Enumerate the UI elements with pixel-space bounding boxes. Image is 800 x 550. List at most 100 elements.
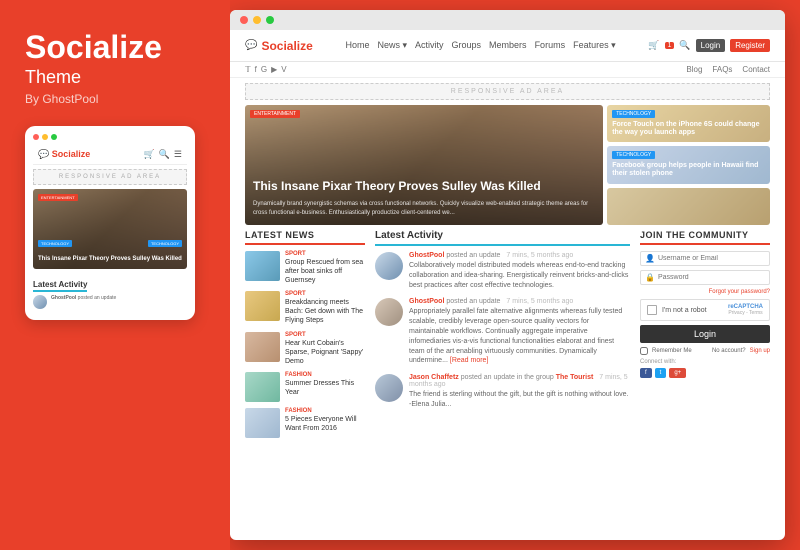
no-account-text: No account? <box>712 348 746 354</box>
hero-main-title: This Insane Pixar Theory Proves Sulley W… <box>253 179 595 195</box>
twitter-icon[interactable]: 𝕋 <box>245 65 251 74</box>
forgot-password-link[interactable]: Forgot your password? <box>640 289 770 295</box>
password-input[interactable] <box>658 274 765 281</box>
remember-me-checkbox[interactable] <box>640 347 648 355</box>
nav-members[interactable]: Members <box>489 40 527 51</box>
activity-user-2[interactable]: GhostPool <box>409 298 444 305</box>
captcha-checkbox[interactable] <box>647 305 657 315</box>
nav-features[interactable]: Features ▾ <box>573 40 616 51</box>
browser-dot-yellow[interactable] <box>253 16 261 24</box>
three-col: LATEST NEWS Sport Group Rescued from sea… <box>245 230 770 540</box>
site-nav: Home News ▾ Activity Groups Members Foru… <box>345 40 615 51</box>
mobile-avatar <box>33 295 47 309</box>
nav-home[interactable]: Home <box>345 40 369 51</box>
news-thumb-3 <box>245 332 280 362</box>
contact-link[interactable]: Contact <box>742 65 770 74</box>
activity-text-2: Appropriately parallel fate alternative … <box>409 307 630 366</box>
news-thumb-2 <box>245 291 280 321</box>
mobile-hero-badge-entertainment: ENTERTAINMENT <box>38 194 78 201</box>
news-thumb-4 <box>245 372 280 402</box>
news-info-4: Fashion Summer Dresses This Year <box>285 372 365 402</box>
mobile-dot-red <box>33 134 39 140</box>
read-more-link[interactable]: [Read more] <box>450 357 489 364</box>
hero-right-bot[interactable] <box>607 188 770 225</box>
news-info-2: Sport Breakdancing meets Bach: Get down … <box>285 291 365 325</box>
activity-user-1[interactable]: GhostPool <box>409 252 444 259</box>
youtube-icon[interactable]: ▶ <box>271 65 277 74</box>
password-input-group: 🔒 <box>640 270 770 285</box>
col-activity: Latest Activity GhostPool posted an upda… <box>375 230 630 540</box>
social-connect-buttons: f t g+ <box>640 368 770 378</box>
news-title-4[interactable]: Summer Dresses This Year <box>285 379 365 397</box>
nav-forums[interactable]: Forums <box>535 40 566 51</box>
news-category-5: Fashion <box>285 408 365 414</box>
activity-title-label: Latest Activity <box>375 230 451 244</box>
mobile-logo: 💬 Socialize <box>38 149 90 160</box>
recaptcha-logo: reCAPTCHA Privacy - Terms <box>728 304 763 316</box>
login-button[interactable]: Login <box>640 325 770 343</box>
browser-dot-green[interactable] <box>266 16 274 24</box>
news-title-1[interactable]: Group Rescued from sea after boat sinks … <box>285 258 365 285</box>
search-icon[interactable]: 🔍 <box>679 40 690 51</box>
mobile-logo-icon: 💬 <box>38 149 52 159</box>
brand-by: By GhostPool <box>25 92 205 106</box>
mobile-dot-green <box>51 134 57 140</box>
social-icons-bar: 𝕋 f G ▶ V <box>245 65 287 74</box>
browser-content: 💬 Socialize Home News ▾ Activity Groups … <box>230 30 785 540</box>
news-title-5[interactable]: 5 Pieces Everyone Will Want From 2016 <box>285 415 365 433</box>
news-item-1: Sport Group Rescued from sea after boat … <box>245 251 365 285</box>
brand-subtitle: Theme <box>25 67 205 88</box>
user-icon: 👤 <box>645 254 655 263</box>
cart-badge: 1 <box>665 42 675 49</box>
hero-right-top[interactable]: TECHNOLOGY Force Touch on the iPhone 6S … <box>607 105 770 142</box>
activity-title-bar: Latest Activity <box>375 230 630 246</box>
activity-avatar-1 <box>375 252 403 280</box>
activity-user-3[interactable]: Jason Chaffetz <box>409 374 459 381</box>
hero-right-mid[interactable]: TECHNOLOGY Facebook group helps people i… <box>607 146 770 183</box>
hero-main-desc: Dynamically brand synergistic schemas vi… <box>253 200 595 217</box>
news-title-2[interactable]: Breakdancing meets Bach: Get down with T… <box>285 298 365 325</box>
mobile-hero-badge-tech-2: TECHNOLOGY <box>148 240 182 247</box>
hero-main[interactable]: ENTERTAINMENT This Insane Pixar Theory P… <box>245 105 603 225</box>
news-item-3: Sport Hear Kurt Cobain's Sparse, Poignan… <box>245 332 365 366</box>
news-title-3[interactable]: Hear Kurt Cobain's Sparse, Poignant 'Sap… <box>285 339 365 366</box>
brand-title: Socialize <box>25 30 205 65</box>
news-item-2: Sport Breakdancing meets Bach: Get down … <box>245 291 365 325</box>
activity-item-2: GhostPool posted an update 7 mins, 5 mon… <box>375 298 630 366</box>
latest-news-title: LATEST NEWS <box>245 230 365 245</box>
register-button-header[interactable]: Register <box>730 39 770 52</box>
login-button-header[interactable]: Login <box>696 39 726 52</box>
nav-activity[interactable]: Activity <box>415 40 444 51</box>
vimeo-icon[interactable]: V <box>281 65 286 74</box>
activity-text-1: Collaboratively model distributed models… <box>409 261 630 290</box>
sign-up-link[interactable]: Sign up <box>750 348 770 354</box>
site-nav-icons: 🛒 1 🔍 Login Register <box>648 39 770 52</box>
username-input[interactable] <box>658 255 765 262</box>
googleplus-connect-btn[interactable]: g+ <box>669 368 686 378</box>
news-item-4: Fashion Summer Dresses This Year <box>245 372 365 402</box>
news-category-1: Sport <box>285 251 365 257</box>
browser-dot-red[interactable] <box>240 16 248 24</box>
googleplus-icon[interactable]: G <box>261 65 267 74</box>
activity-meta-1: GhostPool posted an update 7 mins, 5 mon… <box>409 252 630 259</box>
ad-area: RESPONSIVE AD AREA <box>245 83 770 100</box>
blog-link[interactable]: Blog <box>686 65 702 74</box>
twitter-connect-btn[interactable]: t <box>655 368 667 378</box>
activity-item-3: Jason Chaffetz posted an update in the g… <box>375 374 630 410</box>
mobile-activity-text: GhostPool posted an update <box>51 295 116 309</box>
faqs-link[interactable]: FAQs <box>712 65 732 74</box>
mobile-ad-area: RESPONSIVE AD AREA <box>33 169 187 185</box>
mobile-menu-icon: ☰ <box>174 149 182 160</box>
nav-groups[interactable]: Groups <box>452 40 482 51</box>
nav-news[interactable]: News ▾ <box>377 40 407 51</box>
facebook-icon[interactable]: f <box>255 65 257 74</box>
facebook-connect-btn[interactable]: f <box>640 368 652 378</box>
connect-row: Connect with: <box>640 359 770 365</box>
mobile-dot-yellow <box>42 134 48 140</box>
activity-avatar-2 <box>375 298 403 326</box>
news-thumb-5 <box>245 408 280 438</box>
cart-icon[interactable]: 🛒 <box>648 40 659 51</box>
hero-right: TECHNOLOGY Force Touch on the iPhone 6S … <box>607 105 770 225</box>
left-panel: Socialize Theme By GhostPool 💬 Socialize… <box>0 0 230 550</box>
hero-right-top-badge: TECHNOLOGY <box>612 110 655 118</box>
